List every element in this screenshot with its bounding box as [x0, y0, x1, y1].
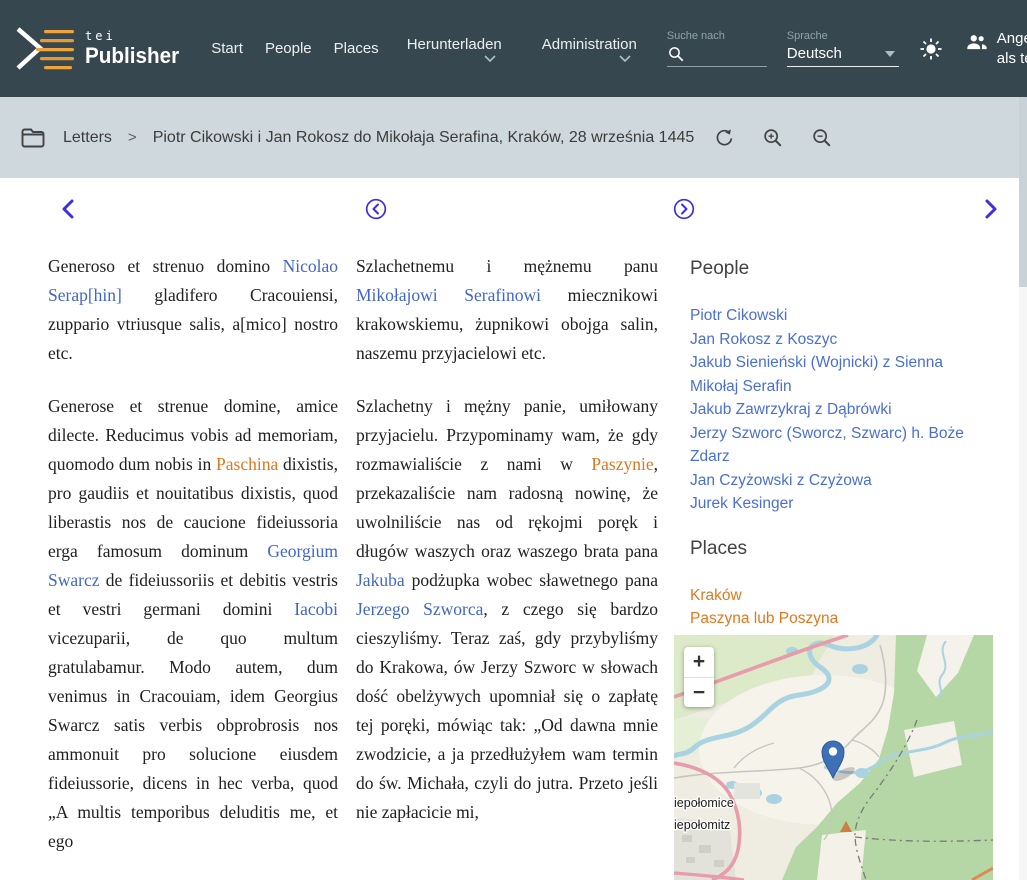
place-link[interactable]: Kraków: [690, 584, 995, 608]
breadcrumb-document-title: Piotr Cikowski i Jan Rokosz do Mikołaja …: [153, 129, 695, 147]
person-link[interactable]: Piotr Cikowski: [690, 304, 995, 328]
person-link[interactable]: Jakub Zawrzykraj z Dąbrówki: [690, 398, 995, 422]
place-reference-link[interactable]: Paszynie: [591, 454, 653, 474]
chevron-left-circle-icon: [365, 198, 387, 220]
brightness-sun-icon: [919, 37, 943, 61]
text-segment: Szlachetnemu i mężnemu panu: [356, 256, 658, 276]
menu-item-people[interactable]: People: [263, 36, 314, 61]
menu-item-start[interactable]: Start: [209, 36, 245, 61]
refresh-icon: [714, 127, 735, 148]
map-zoom-control: + −: [684, 647, 714, 707]
logo-chevron-icon: [14, 26, 76, 72]
language-field-group: Sprache Deutsch: [787, 30, 899, 67]
person-link[interactable]: Jerzy Szworc (Sworcz, Szwarc) h. Boże Zd…: [690, 422, 995, 469]
zoom-in-button[interactable]: [762, 127, 784, 149]
tei-publisher-app: tei Publisher Start People Places Herunt…: [0, 0, 1027, 880]
document-toolbar: [714, 127, 833, 149]
logo-publisher-label: Publisher: [85, 45, 179, 67]
theme-toggle-button[interactable]: [919, 37, 943, 61]
person-reference-link[interactable]: Jakuba: [356, 570, 405, 590]
menu-administration-dropdown[interactable]: Administration: [542, 36, 637, 62]
search-field-group: Suche nach: [667, 30, 767, 67]
person-link[interactable]: Mikołaj Serafin: [690, 375, 995, 399]
places-list: Kraków Paszyna lub Poszyna: [690, 584, 995, 631]
logo-tei-label: tei: [85, 30, 185, 42]
next-column-button[interactable]: [673, 198, 695, 220]
metadata-sidebar: People Piotr Cikowski Jan Rokosz z Koszy…: [690, 258, 995, 653]
search-box: [667, 45, 767, 67]
dropdown-arrow-icon: [885, 51, 895, 57]
chevron-right-circle-icon: [673, 198, 695, 220]
latin-paragraph: Generose et strenue domine, amice dilect…: [48, 392, 338, 856]
language-value: Deutsch: [787, 45, 842, 62]
top-navbar: tei Publisher Start People Places Herunt…: [0, 0, 1027, 97]
language-label: Sprache: [787, 30, 899, 42]
menu-download-label: Herunterladen: [407, 36, 502, 53]
map-tiles: Niepołomice Niepołomitz: [674, 635, 993, 880]
search-icon: [667, 45, 685, 63]
account-menu[interactable]: Angemeldet als tei: [965, 29, 1027, 69]
account-label: Angemeldet als tei: [997, 29, 1027, 69]
latin-paragraph: Generoso et strenuo domino Nicolao Serap…: [48, 252, 338, 368]
page-scrollbar: [1019, 97, 1027, 880]
previous-column-button[interactable]: [365, 198, 387, 220]
text-segment: , z czego się bardzo cieszyliśmy. Teraz …: [356, 599, 658, 822]
person-reference-link[interactable]: Iacobi: [294, 599, 338, 619]
main-menu: Start People Places: [209, 36, 380, 61]
map-zoom-out-button[interactable]: −: [684, 677, 714, 707]
map-zoom-in-button[interactable]: +: [684, 647, 714, 677]
chevron-down-icon: [484, 55, 496, 62]
map-town-label-pl: Niepołomice: [674, 796, 734, 810]
language-select[interactable]: Deutsch: [787, 45, 899, 67]
polish-text-column: Szlachetnemu i mężnemu panu Mikołajowi S…: [356, 252, 658, 851]
scrollbar-thumb[interactable]: [1019, 97, 1027, 287]
person-reference-link[interactable]: Mikołajowi Serafinowi: [356, 285, 541, 305]
previous-page-button[interactable]: [59, 198, 76, 220]
person-link[interactable]: Jakub Sienieński (Wojnicki) z Sienna: [690, 351, 995, 375]
people-list: Piotr Cikowski Jan Rokosz z Koszyc Jakub…: [690, 304, 995, 516]
text-segment: Generoso et strenuo domino: [48, 256, 283, 276]
breadcrumb-collection-link[interactable]: Letters: [63, 129, 112, 147]
polish-paragraph: Szlachetnemu i mężnemu panu Mikołajowi S…: [356, 252, 658, 368]
person-link[interactable]: Jurek Kesinger: [690, 492, 995, 516]
people-heading: People: [690, 258, 995, 280]
users-icon: [965, 32, 989, 52]
places-heading: Places: [690, 538, 995, 560]
tei-publisher-logo[interactable]: tei Publisher: [14, 26, 185, 72]
zoom-out-icon: [811, 127, 833, 149]
polish-paragraph: Szlachetny i mężny panie, umiłowany przy…: [356, 392, 658, 827]
chevron-left-icon: [59, 198, 76, 220]
zoom-in-icon: [762, 127, 784, 149]
zoom-out-button[interactable]: [811, 127, 833, 149]
map-town-label-de: Niepołomitz: [674, 818, 730, 832]
next-page-button[interactable]: [983, 198, 1000, 220]
folder-icon: [20, 127, 46, 149]
menu-item-places[interactable]: Places: [332, 36, 381, 61]
breadcrumb-bar: Letters > Piotr Cikowski i Jan Rokosz do…: [0, 97, 1027, 178]
place-link[interactable]: Paszyna lub Poszyna: [690, 607, 995, 631]
menu-administration-label: Administration: [542, 36, 637, 53]
search-input[interactable]: [689, 45, 767, 63]
reload-button[interactable]: [714, 127, 735, 148]
breadcrumb-separator: >: [128, 129, 137, 146]
chevron-down-icon: [619, 55, 631, 62]
text-segment: vicezuparii, de quo multum gratulabamur.…: [48, 628, 338, 851]
person-reference-link[interactable]: Jerzego Szworca: [356, 599, 483, 619]
search-label: Suche nach: [667, 30, 767, 42]
chevron-right-icon: [983, 198, 1000, 220]
text-segment: podżupka wobec sławetnego pana: [405, 570, 658, 590]
places-map[interactable]: Niepołomice Niepołomitz + −: [674, 635, 993, 880]
person-link[interactable]: Jan Czyżowski z Czyżowa: [690, 469, 995, 493]
place-reference-link[interactable]: Paschina: [216, 454, 278, 474]
person-link[interactable]: Jan Rokosz z Koszyc: [690, 328, 995, 352]
logo-wordmark: tei Publisher: [85, 30, 185, 67]
latin-text-column: Generoso et strenuo domino Nicolao Serap…: [48, 252, 338, 880]
menu-download-dropdown[interactable]: Herunterladen: [407, 36, 502, 62]
